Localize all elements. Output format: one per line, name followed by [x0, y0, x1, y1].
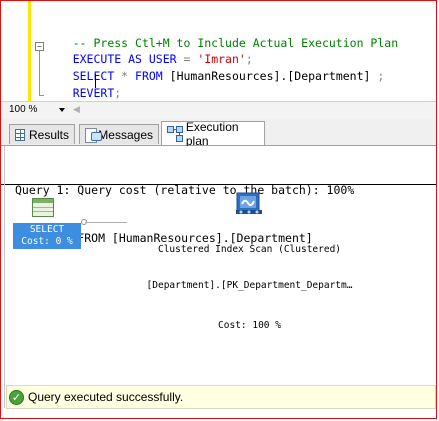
scroll-left-icon[interactable]: ◀	[73, 104, 80, 116]
results-tab-bar: Results Messages Execution plan	[1, 119, 436, 148]
scan-node-title: Clustered Index Scan (Clustered)	[157, 244, 342, 255]
select-result-icon[interactable]	[32, 198, 54, 217]
outline-line-end	[39, 95, 44, 96]
plan-divider	[1, 184, 436, 185]
status-text: Query executed successfully.	[28, 390, 184, 404]
zoom-value: 100 %	[9, 104, 38, 115]
code-line-4[interactable]: REVERT;	[45, 72, 121, 100]
scan-node-object: [Department].[PK_Department_Departm…	[146, 280, 353, 291]
select-node-title: SELECT	[29, 224, 65, 235]
chevron-down-icon[interactable]	[59, 108, 65, 112]
identifier-text: [HumanResources].[Department]	[162, 69, 378, 83]
collapse-toggle-icon[interactable]: −	[35, 42, 44, 51]
changed-lines-marker	[28, 1, 31, 101]
success-check-icon: ✓	[9, 389, 24, 405]
query-editor[interactable]: − -- Press Ctl+M to Include Actual Execu…	[1, 1, 436, 101]
status-bar: ✓ Query executed successfully.	[6, 385, 436, 409]
clustered-index-scan-icon[interactable]	[235, 190, 263, 216]
plan-connector-arrow[interactable]	[85, 222, 127, 223]
tab-label: Results	[28, 127, 69, 142]
tab-messages[interactable]: Messages	[79, 124, 159, 144]
code-line-3[interactable]: SELECT * FROM [HumanResources].[Departme…	[45, 55, 385, 83]
execution-plan-pane[interactable]: Query 1: Query cost (relative to the bat…	[1, 146, 436, 384]
grid-icon	[15, 128, 25, 141]
tab-label: Execution plan	[185, 119, 239, 148]
code-line-1[interactable]: -- Press Ctl+M to Include Actual Executi…	[45, 22, 398, 50]
semicolon: ;	[114, 86, 122, 100]
execution-plan-icon	[167, 125, 183, 142]
select-node-cost: Cost: 0 %	[21, 236, 73, 247]
keyword-text: REVERT	[72, 86, 115, 100]
outline-line	[39, 51, 40, 95]
text-caret	[95, 74, 96, 88]
tab-execution-plan[interactable]: Execution plan	[161, 119, 265, 148]
semicolon: ;	[377, 69, 385, 83]
messages-icon	[85, 127, 102, 143]
pane-left-border	[4, 146, 5, 408]
select-node-label[interactable]: SELECT Cost: 0 %	[13, 223, 81, 249]
code-line-2[interactable]: EXECUTE AS USER = 'Imran';	[45, 38, 253, 66]
scan-node-cost: Cost: 100 %	[218, 320, 281, 331]
tab-results[interactable]: Results	[9, 124, 75, 144]
scan-node-label[interactable]: Clustered Index Scan (Clustered) [Depart…	[127, 220, 372, 356]
editor-zoom-bar: 100 % ◀	[1, 101, 436, 120]
tab-label: Messages	[98, 127, 153, 142]
keyword-text: FROM	[135, 69, 163, 83]
